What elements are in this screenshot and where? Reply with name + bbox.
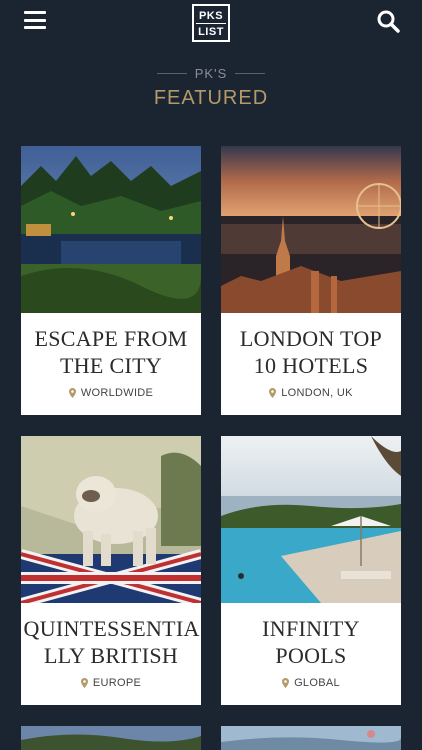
card-location-label: WORLDWIDE [80, 387, 154, 399]
logo-line1: PKS [198, 10, 224, 22]
logo[interactable]: PKS LIST [192, 4, 230, 42]
card-location: WORLDWIDE [21, 387, 201, 399]
search-icon[interactable] [376, 9, 400, 33]
card-london-top-10-hotels[interactable]: LONDON TOP 10 HOTELS LONDON, UK [221, 146, 401, 415]
card-image [21, 436, 201, 603]
card-title: LONDON TOP 10 HOTELS [239, 326, 383, 378]
card-image [221, 726, 401, 750]
card-location: LONDON, UK [221, 387, 401, 399]
menu-icon[interactable] [24, 11, 46, 29]
card-image [21, 146, 201, 313]
card-title: INFINITY POOLS [262, 616, 360, 668]
card-image [21, 726, 201, 750]
card-escape-from-the-city[interactable]: ESCAPE FROM THE CITY WORLDWIDE [21, 146, 201, 415]
app-header: PKS LIST [0, 0, 422, 50]
card-location: EUROPE [21, 677, 201, 689]
card-location-label: LONDON, UK [281, 387, 353, 399]
card-next-right[interactable] [221, 726, 401, 750]
card-title: ESCAPE FROM THE CITY [34, 326, 188, 378]
card-quintessentially-british[interactable]: QUINTESSENTIA LLY BRITISH EUROPE [21, 436, 201, 705]
card-image [221, 436, 401, 603]
card-location-label: GLOBAL [294, 677, 340, 689]
section-header: PK'S FEATURED [0, 66, 422, 110]
location-pin-icon [282, 678, 290, 688]
card-next-left[interactable] [21, 726, 201, 750]
section-subtitle: PK'S [194, 66, 228, 81]
location-pin-icon [269, 388, 277, 398]
logo-line2: LIST [196, 23, 226, 39]
card-infinity-pools[interactable]: INFINITY POOLS GLOBAL [221, 436, 401, 705]
card-image [221, 146, 401, 313]
card-location: GLOBAL [221, 677, 401, 689]
card-location-label: EUROPE [92, 677, 142, 689]
section-title: FEATURED [153, 87, 269, 109]
card-title: QUINTESSENTIA LLY BRITISH [23, 616, 200, 668]
location-pin-icon [80, 678, 88, 688]
divider-left [156, 73, 187, 74]
location-pin-icon [68, 388, 76, 398]
divider-right [235, 73, 266, 74]
